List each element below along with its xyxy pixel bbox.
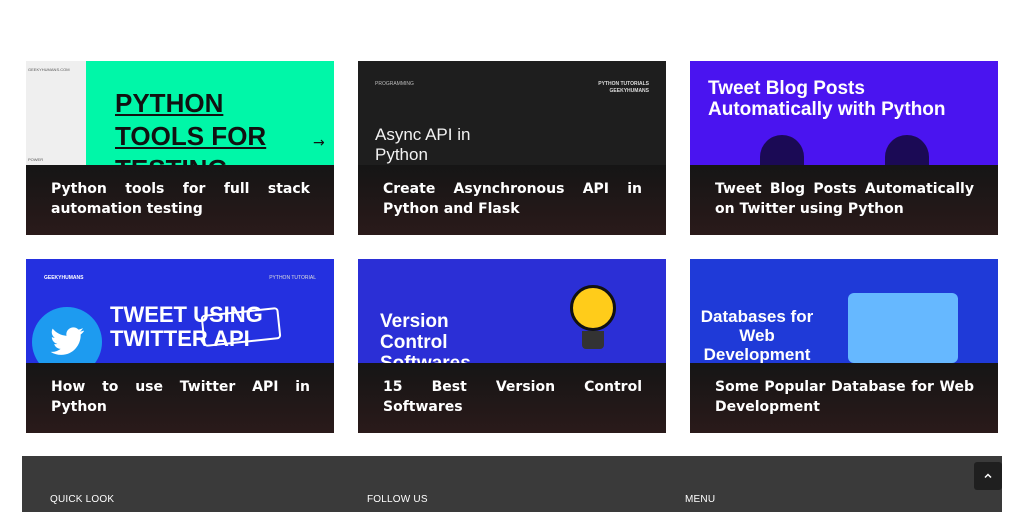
lightbulb-icon [570, 285, 616, 331]
thumbnail-heading: PYTHON TOOLS FOR TESTING [115, 88, 267, 165]
dashboard-illustration [848, 293, 958, 363]
post-title-link[interactable]: Tweet Blog Posts Automatically on Twitte… [715, 180, 974, 219]
arrow-right-icon: → [313, 135, 325, 151]
post-card-tweet-blog-posts[interactable]: Tweet Blog Posts Automatically with Pyth… [690, 61, 998, 235]
footer-heading-follow-us: FOLLOW US [367, 494, 428, 505]
thumbnail-heading: Async API in Python [375, 125, 471, 164]
chevron-up-icon [984, 473, 992, 479]
thumbnail-heading: Tweet Blog Posts Automatically with Pyth… [708, 78, 946, 120]
post-card-version-control[interactable]: Version Control Softwares 15 Best Versio… [358, 259, 666, 433]
footer-heading-menu: MENU [685, 494, 716, 505]
site-footer: QUICK LOOK FOLLOW US MENU [22, 456, 1002, 512]
post-thumbnail[interactable]: Tweet Blog Posts Automatically with Pyth… [690, 61, 998, 165]
post-thumbnail[interactable]: GEEKYHUMANS PYTHON TUTORIAL TWEET USING … [26, 259, 334, 363]
post-caption: 15 Best Version Control Softwares [358, 363, 666, 433]
thumbnail-tag: GEEKYHUMANS.COM [28, 67, 70, 72]
post-thumbnail[interactable]: GEEKYHUMANS.COM POWER PYTHON TOOLS FOR T… [26, 61, 334, 165]
post-title-link[interactable]: Some Popular Database for Web Developmen… [715, 378, 974, 417]
silhouette-shape [885, 135, 929, 165]
post-card-databases[interactable]: Databases for Web Development Some Popul… [690, 259, 998, 433]
post-card-twitter-api[interactable]: GEEKYHUMANS PYTHON TUTORIAL TWEET USING … [26, 259, 334, 433]
post-title-link[interactable]: Python tools for full stack automation t… [51, 180, 310, 219]
thumbnail-tag: PROGRAMMING [375, 81, 414, 87]
silhouette-shape [760, 135, 804, 165]
footer-heading-quick-look: QUICK LOOK [50, 494, 115, 505]
thumbnail-tag-line: PYTHON TUTORIALS [598, 81, 649, 87]
post-card-python-tools[interactable]: GEEKYHUMANS.COM POWER PYTHON TOOLS FOR T… [26, 61, 334, 235]
post-caption: Some Popular Database for Web Developmen… [690, 363, 998, 433]
post-title-link[interactable]: 15 Best Version Control Softwares [383, 378, 642, 417]
scroll-to-top-button[interactable] [974, 462, 1002, 490]
thumbnail-tag: POWER [28, 157, 44, 162]
post-card-async-api[interactable]: PROGRAMMING PYTHON TUTORIALS GEEKYHUMANS… [358, 61, 666, 235]
thumbnail-tag: PYTHON TUTORIALS GEEKYHUMANS [598, 81, 649, 95]
post-title-link[interactable]: Create Asynchronous API in Python and Fl… [383, 180, 642, 219]
post-thumbnail[interactable]: PROGRAMMING PYTHON TUTORIALS GEEKYHUMANS… [358, 61, 666, 165]
post-caption: Create Asynchronous API in Python and Fl… [358, 165, 666, 235]
twitter-bird-icon [32, 307, 102, 363]
thumbnail-heading: Version Control Softwares [380, 311, 471, 363]
thumbnail-tag-line: GEEKYHUMANS [609, 88, 649, 94]
post-thumbnail[interactable]: Databases for Web Development [690, 259, 998, 363]
post-caption: Python tools for full stack automation t… [26, 165, 334, 235]
lightbulb-base [582, 331, 604, 349]
thumbnail-tag: GEEKYHUMANS [44, 275, 84, 281]
thumbnail-tag: PYTHON TUTORIAL [269, 275, 316, 281]
post-thumbnail[interactable]: Version Control Softwares [358, 259, 666, 363]
thumbnail-heading: Databases for Web Development [700, 307, 814, 363]
post-title-link[interactable]: How to use Twitter API in Python [51, 378, 310, 417]
post-caption: Tweet Blog Posts Automatically on Twitte… [690, 165, 998, 235]
post-caption: How to use Twitter API in Python [26, 363, 334, 433]
thumbnail-sidebar: GEEKYHUMANS.COM POWER [26, 61, 86, 165]
